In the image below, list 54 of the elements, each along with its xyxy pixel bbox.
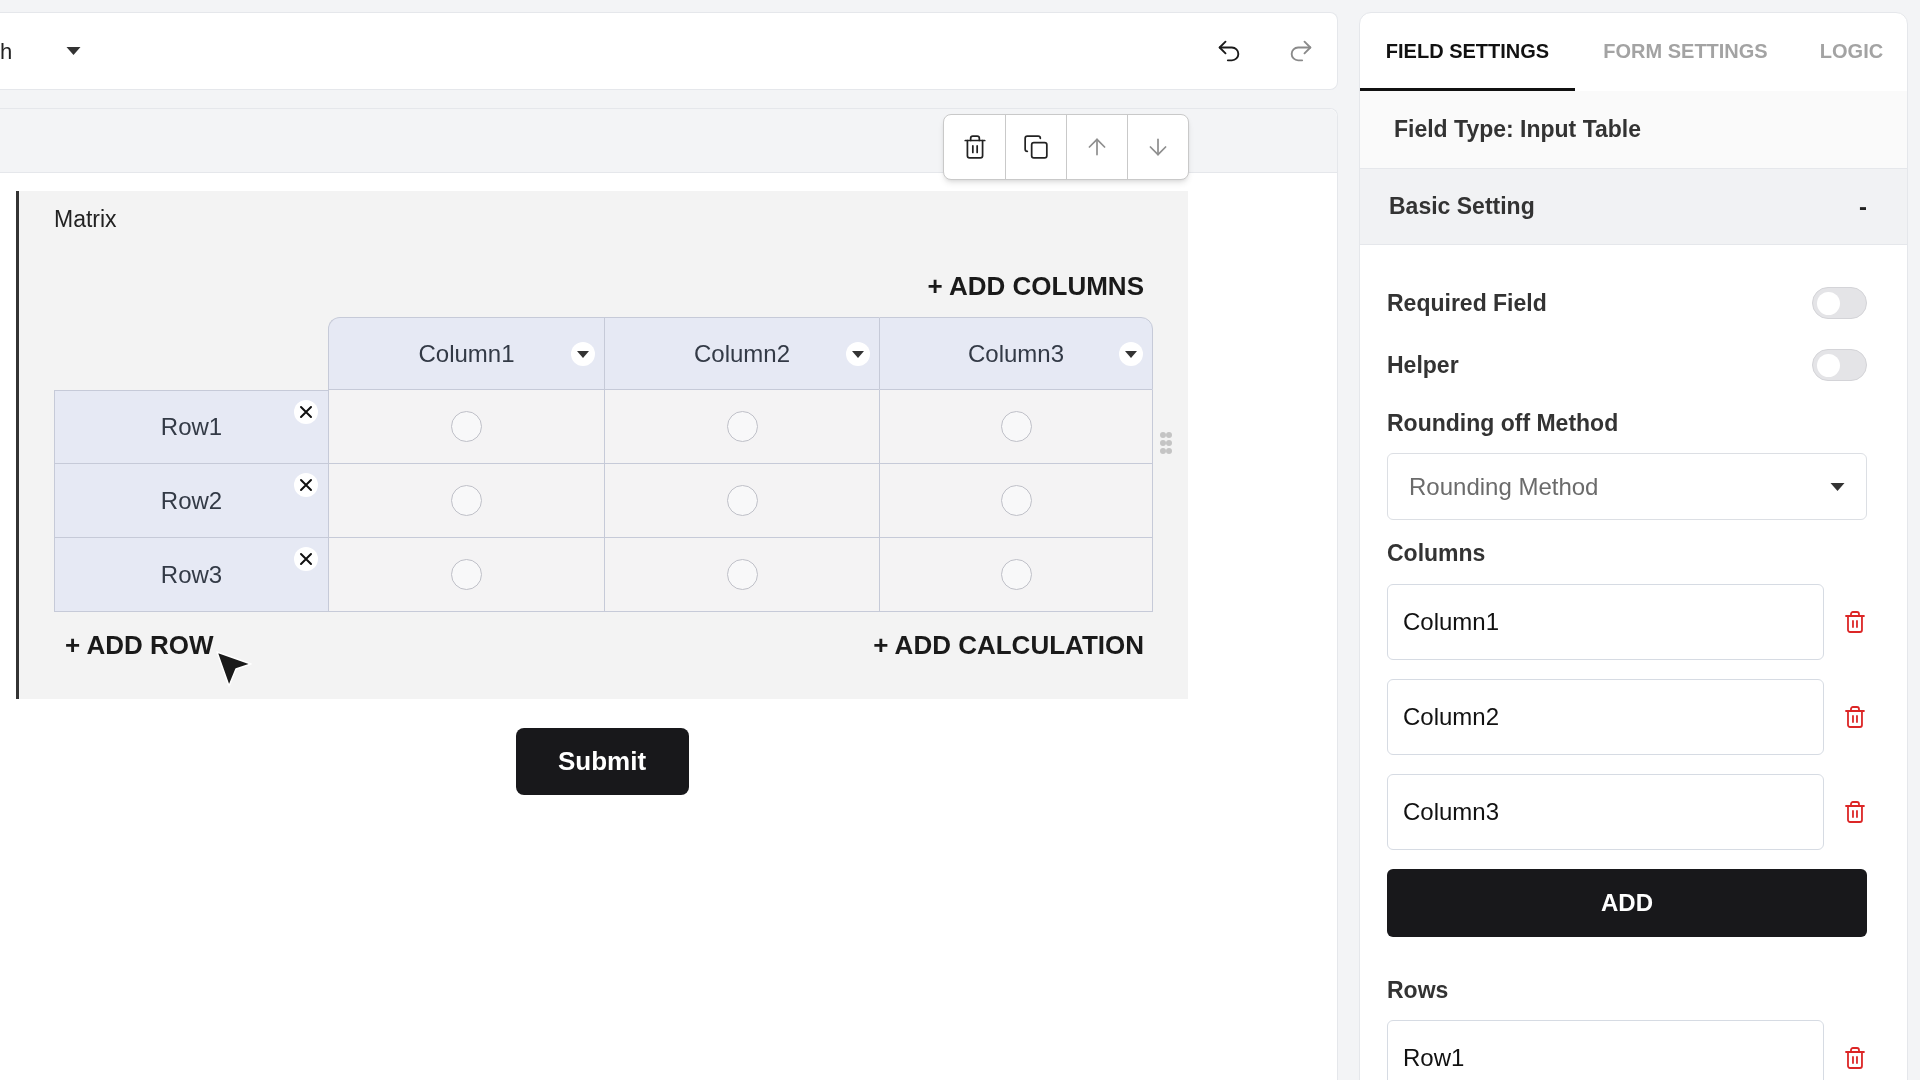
row-title: Row1: [160, 412, 223, 442]
caret-icon[interactable]: [1830, 482, 1845, 491]
section-title: Basic Setting: [1389, 192, 1535, 222]
copy-icon: [1023, 134, 1049, 160]
close-icon[interactable]: [294, 473, 318, 497]
radio-button[interactable]: [726, 559, 758, 590]
radio-button[interactable]: [1000, 485, 1032, 516]
radio-button[interactable]: [726, 485, 758, 516]
trash-icon[interactable]: [1843, 1045, 1867, 1071]
trash-icon[interactable]: [1843, 704, 1867, 730]
submit-button[interactable]: Submit: [515, 728, 689, 795]
setting-label: Columns: [1387, 539, 1486, 567]
radio-button[interactable]: [451, 485, 482, 516]
caret-icon[interactable]: [66, 47, 82, 55]
radio-button[interactable]: [451, 559, 482, 590]
caret-icon[interactable]: [571, 342, 595, 366]
caret-icon[interactable]: [846, 342, 870, 366]
add-button[interactable]: ADD: [1387, 869, 1867, 937]
column-title: Column2: [693, 338, 790, 369]
input-field[interactable]: Column3: [1387, 774, 1825, 850]
setting-label: Required Field: [1387, 288, 1547, 318]
row-title: Row2: [160, 485, 223, 516]
drag-handle-icon[interactable]: [1160, 431, 1172, 455]
input-field[interactable]: Column1: [1387, 584, 1825, 660]
field-label: Matrix: [54, 205, 117, 233]
row-title: Row3: [160, 559, 223, 590]
setting-label: Helper: [1387, 350, 1459, 380]
close-icon[interactable]: [294, 400, 318, 424]
add-columns-link[interactable]: + ADD COLUMNS: [927, 270, 1144, 302]
caret-icon[interactable]: [1119, 342, 1143, 366]
column-title: Column3: [967, 338, 1064, 369]
input-field[interactable]: Row1: [1387, 1020, 1825, 1080]
rounding-select[interactable]: Rounding Method: [1387, 453, 1867, 520]
radio-button[interactable]: [1000, 559, 1032, 590]
collapse-toggle[interactable]: -: [1859, 188, 1867, 225]
trash-icon[interactable]: [1843, 799, 1867, 825]
add-row-link[interactable]: + ADD ROW: [65, 629, 214, 661]
language-select[interactable]: h: [0, 34, 82, 68]
column-title: Column1: [418, 338, 515, 369]
section-header[interactable]: Basic Setting -: [1360, 168, 1907, 245]
setting-label: Rows: [1387, 976, 1449, 1004]
trash-icon: [961, 134, 988, 160]
field-type-text: Field Type: Input Table: [1394, 115, 1642, 145]
close-icon[interactable]: [294, 547, 318, 571]
setting-label: Rounding off Method: [1387, 409, 1619, 437]
radio-button[interactable]: [1000, 411, 1032, 442]
toggle-switch[interactable]: [1812, 287, 1867, 319]
radio-button[interactable]: [726, 411, 758, 442]
radio-button[interactable]: [451, 411, 482, 442]
add-calculation-link[interactable]: + ADD CALCULATION: [873, 629, 1144, 661]
mouse-pointer-icon: [215, 651, 252, 687]
input-field[interactable]: Column2: [1387, 679, 1825, 755]
trash-icon[interactable]: [1843, 609, 1867, 635]
toggle-switch[interactable]: [1812, 349, 1867, 381]
